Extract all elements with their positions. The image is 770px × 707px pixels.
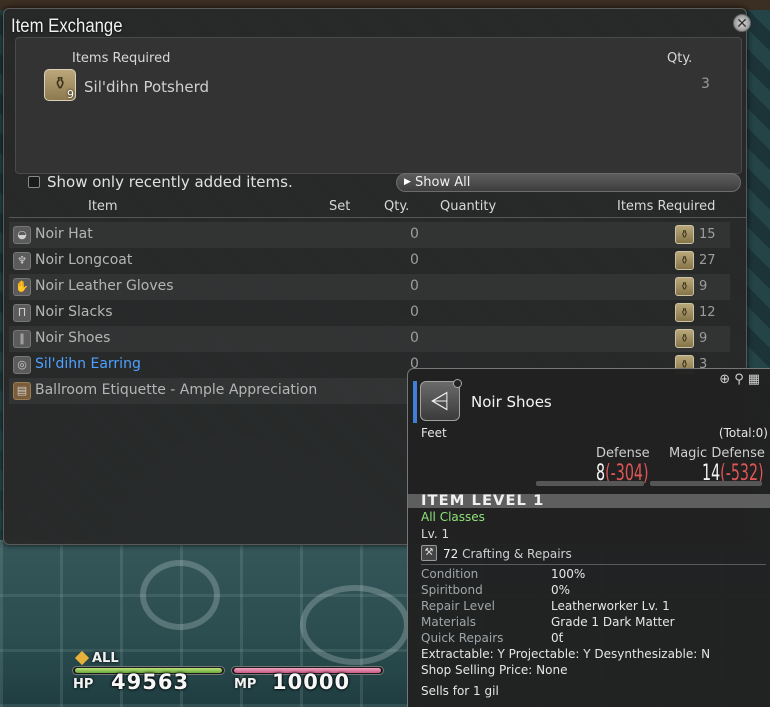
row-item-name: Sil'dihn Earring bbox=[35, 356, 141, 372]
potsherd-count: 9 bbox=[67, 88, 74, 101]
mp-value: 10000 bbox=[272, 670, 351, 694]
prop-label: Repair Level bbox=[421, 599, 495, 613]
potsherd-icon: ⚱ bbox=[675, 277, 694, 296]
row-item-name: Noir Longcoat bbox=[35, 252, 133, 268]
required-item-qty: 3 bbox=[701, 76, 710, 92]
row-qty: 0 bbox=[410, 278, 419, 294]
row-qty: 0 bbox=[410, 304, 419, 320]
sells-line: Sells for 1 gil bbox=[421, 684, 499, 698]
row-required-count: 15 bbox=[699, 227, 716, 242]
floor-ornament bbox=[300, 585, 410, 665]
body-armor-icon: ♆ bbox=[13, 252, 31, 270]
legs-icon: Π bbox=[13, 304, 31, 322]
tooltip-classes: All Classes bbox=[421, 510, 485, 524]
show-all-dropdown[interactable]: ▶ Show All bbox=[396, 173, 741, 192]
play-arrow-icon: ▶ bbox=[404, 177, 411, 187]
dye-slot-icon bbox=[453, 379, 462, 388]
prop-value: 0ƭ bbox=[551, 631, 564, 645]
defense-label: Defense bbox=[596, 446, 650, 461]
crafting-icon: ⚒ bbox=[421, 545, 437, 561]
prop-label: Condition bbox=[421, 567, 479, 581]
tooltip-level: Lv. 1 bbox=[421, 527, 450, 541]
potsherd-icon[interactable]: ⚱ 9 bbox=[44, 69, 76, 101]
required-header-item: Items Required bbox=[72, 51, 171, 66]
extract-line: Extractable: Y Projectable: Y Desynthesi… bbox=[421, 647, 711, 661]
magic-defense-bar bbox=[650, 481, 762, 486]
table-row[interactable]: ✋ Noir Leather Gloves 0 ⚱ 9 bbox=[9, 274, 730, 300]
table-row[interactable]: ♆ Noir Longcoat 0 ⚱ 27 bbox=[9, 248, 730, 274]
tooltip-item-name: Noir Shoes bbox=[471, 393, 552, 411]
hp-value: 49563 bbox=[111, 670, 190, 694]
window-title: Item Exchange bbox=[11, 16, 123, 37]
column-header-items-required[interactable]: Items Required bbox=[617, 199, 715, 214]
prop-value: 0% bbox=[551, 583, 571, 597]
hud-all-label: ALL bbox=[92, 651, 119, 666]
table-row[interactable]: ∥ Noir Shoes 0 ⚱ 9 bbox=[9, 326, 730, 352]
row-required-count: 9 bbox=[699, 331, 708, 346]
row-item-name: Noir Shoes bbox=[35, 330, 111, 346]
feet-icon: ∥ bbox=[13, 330, 31, 348]
defense-bar bbox=[536, 481, 644, 486]
column-header-item[interactable]: Item bbox=[88, 199, 118, 214]
column-header-set[interactable]: Set bbox=[329, 199, 350, 214]
earring-icon: ◎ bbox=[13, 356, 31, 374]
potsherd-icon: ⚱ bbox=[675, 225, 694, 244]
craft-number: 72 bbox=[443, 547, 459, 561]
item-tooltip: ⊕⚲▦ ⩤ Noir Shoes Feet (Total:0) Defense … bbox=[407, 368, 770, 707]
row-item-name: Noir Leather Gloves bbox=[35, 278, 174, 294]
tooltip-tool-icons[interactable]: ⊕⚲▦ bbox=[719, 372, 764, 387]
prop-value: Leatherworker Lv. 1 bbox=[551, 599, 670, 613]
required-item-name: Sil'dihn Potsherd bbox=[84, 78, 209, 96]
row-qty: 0 bbox=[410, 226, 419, 242]
potsherd-icon: ⚱ bbox=[675, 303, 694, 322]
close-icon[interactable]: ✕ bbox=[733, 14, 751, 32]
recent-items-checkbox[interactable] bbox=[28, 176, 40, 188]
tooltip-accent-bar bbox=[413, 381, 417, 423]
gloves-icon: ✋ bbox=[13, 278, 31, 296]
required-header-qty: Qty. bbox=[667, 51, 693, 66]
table-row[interactable]: ◒ Noir Hat 0 ⚱ 15 bbox=[9, 222, 730, 248]
tooltip-slot: Feet bbox=[421, 426, 447, 440]
craft-label: Crafting & Repairs bbox=[462, 547, 572, 561]
row-item-name: Ballroom Etiquette - Ample Appreciation bbox=[35, 382, 318, 398]
prop-value: 100% bbox=[551, 567, 586, 581]
show-all-label: Show All bbox=[415, 175, 471, 190]
prop-label: Quick Repairs bbox=[421, 631, 504, 645]
items-required-panel: Items Required Qty. ⚱ 9 Sil'dihn Potsher… bbox=[15, 37, 742, 174]
recent-items-label[interactable]: Show only recently added items. bbox=[47, 173, 293, 191]
floor-ornament bbox=[140, 560, 220, 630]
tooltip-divider bbox=[421, 564, 766, 565]
shop-price-line: Shop Selling Price: None bbox=[421, 663, 568, 677]
book-icon: ▤ bbox=[13, 382, 31, 400]
prop-value: Grade 1 Dark Matter bbox=[551, 615, 675, 629]
hp-label: HP bbox=[73, 677, 94, 692]
potsherd-icon: ⚱ bbox=[675, 329, 694, 348]
header-divider bbox=[9, 217, 747, 218]
row-item-name: Noir Slacks bbox=[35, 304, 113, 320]
tooltip-crafting: 72 Crafting & Repairs bbox=[443, 547, 572, 561]
tooltip-total: (Total:0) bbox=[718, 426, 768, 440]
row-qty: 0 bbox=[410, 252, 419, 268]
row-item-name: Noir Hat bbox=[35, 226, 93, 242]
row-qty: 0 bbox=[410, 330, 419, 346]
item-level: ITEM LEVEL 1 bbox=[421, 493, 545, 509]
column-header-quantity[interactable]: Quantity bbox=[440, 199, 496, 214]
column-header-qty[interactable]: Qty. bbox=[384, 199, 409, 214]
potsherd-icon: ⚱ bbox=[675, 251, 694, 270]
row-required-count: 12 bbox=[699, 305, 716, 320]
row-required-count: 9 bbox=[699, 279, 708, 294]
mp-label: MP bbox=[234, 677, 257, 692]
prop-label: Spiritbond bbox=[421, 583, 483, 597]
row-required-count: 27 bbox=[699, 253, 716, 268]
prop-label: Materials bbox=[421, 615, 477, 629]
hat-icon: ◒ bbox=[13, 226, 31, 244]
table-row[interactable]: Π Noir Slacks 0 ⚱ 12 bbox=[9, 300, 730, 326]
magic-defense-label: Magic Defense bbox=[669, 446, 765, 461]
